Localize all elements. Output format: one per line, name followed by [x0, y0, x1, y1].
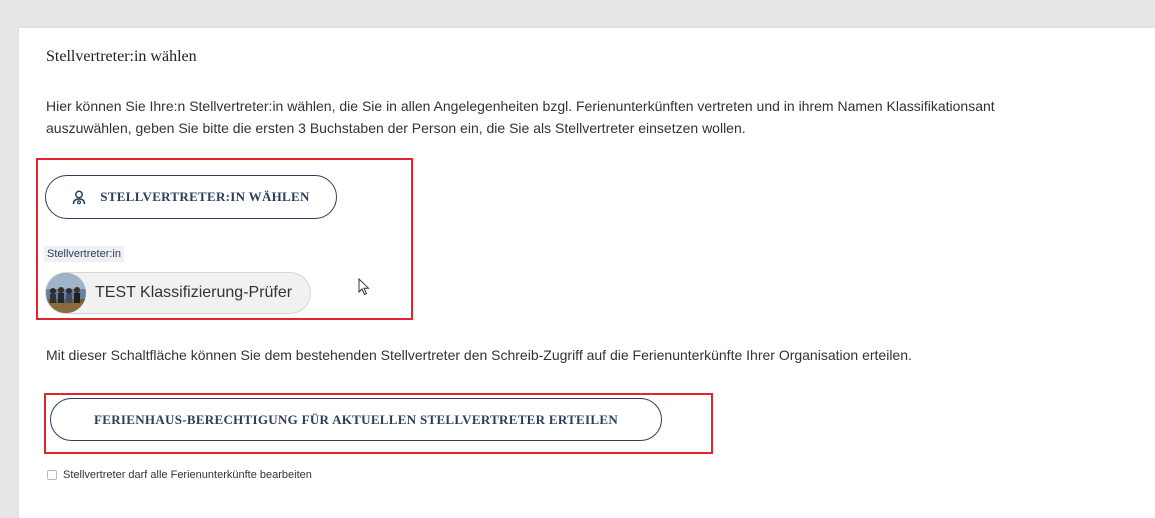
- deputy-name: TEST Klassifizierung-Prüfer: [95, 284, 293, 301]
- all-accommodations-checkbox[interactable]: [47, 470, 57, 480]
- deputy-chip[interactable]: TEST Klassifizierung-Prüfer: [45, 272, 311, 314]
- all-accommodations-checkbox-label: Stellvertreter darf alle Ferienunterkünf…: [63, 469, 312, 481]
- user-search-icon: [72, 190, 86, 205]
- select-deputy-button[interactable]: STELLVERTRETER:IN WÄHLEN: [45, 175, 337, 219]
- mouse-cursor-icon: [358, 277, 371, 301]
- intro-line-1: Hier können Sie Ihre:n Stellvertreter:in…: [46, 98, 995, 114]
- all-accommodations-checkbox-row[interactable]: Stellvertreter darf alle Ferienunterkünf…: [47, 469, 312, 481]
- deputy-field-label: Stellvertreter:in: [44, 246, 124, 262]
- intro-line-2: auszuwählen, geben Sie bitte die ersten …: [46, 120, 746, 136]
- grant-permission-button-label: FERIENHAUS-BERECHTIGUNG FÜR AKTUELLEN ST…: [93, 411, 619, 427]
- permission-note: Mit dieser Schaltfläche können Sie dem b…: [46, 347, 912, 363]
- section-title: Stellvertreter:in wählen: [46, 48, 197, 65]
- intro-text: Hier können Sie Ihre:n Stellvertreter:in…: [46, 95, 995, 139]
- select-deputy-button-label: STELLVERTRETER:IN WÄHLEN: [100, 189, 310, 204]
- avatar: [46, 273, 86, 313]
- grant-permission-button[interactable]: FERIENHAUS-BERECHTIGUNG FÜR AKTUELLEN ST…: [50, 398, 662, 441]
